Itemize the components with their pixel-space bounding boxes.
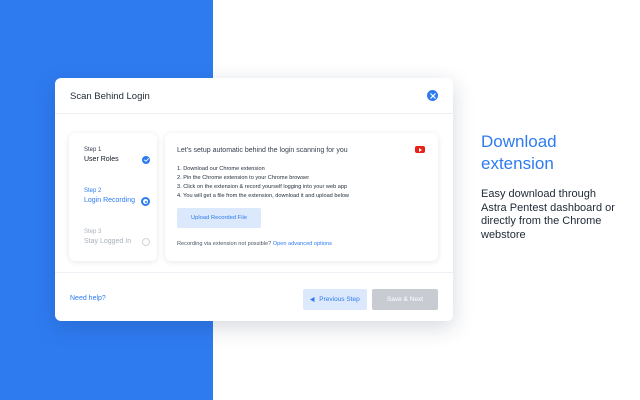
triangle-left-icon [310, 297, 315, 302]
login-recording-panel: Let's setup automatic behind the login s… [165, 133, 438, 261]
modal-header: Scan Behind Login [55, 78, 453, 114]
steps-panel: Step 1 User Roles Step 2 Login Recording… [69, 133, 157, 261]
youtube-icon[interactable] [415, 146, 425, 153]
footer-divider [55, 272, 453, 273]
instruction-item: 2. Pin the Chrome extension to your Chro… [177, 175, 310, 181]
alt-text-label: Recording via extension not possible? [177, 241, 272, 247]
modal-title: Scan Behind Login [70, 91, 150, 102]
pending-step-icon [142, 238, 150, 246]
scan-behind-login-modal: Scan Behind Login Step 1 User Roles Step… [55, 78, 453, 321]
check-icon [142, 156, 150, 164]
step-label: Stay Logged In [84, 238, 132, 245]
previous-step-button[interactable]: Previous Step [303, 289, 367, 310]
instruction-item: 4. You will get a file from the extensio… [177, 193, 349, 199]
need-help-link[interactable]: Need help? [70, 295, 106, 302]
step-number: Step 3 [84, 229, 102, 235]
step-number: Step 2 [84, 188, 102, 194]
side-description: Easy download through Astra Pentest dash… [481, 188, 615, 241]
open-advanced-options-link[interactable]: Open advanced options [273, 241, 332, 247]
active-step-icon [141, 197, 150, 206]
upload-recorded-file-button[interactable]: Upload Recorded File [177, 208, 261, 228]
step-label: User Roles [84, 156, 119, 163]
advanced-options-text: Recording via extension not possible? Op… [177, 241, 332, 247]
instruction-list: 1. Download our Chrome extension 2. Pin … [177, 165, 349, 201]
side-heading: Download extension [481, 132, 557, 173]
step-login-recording[interactable]: Step 2 Login Recording [84, 188, 150, 206]
step-stay-logged-in: Step 3 Stay Logged In [84, 229, 150, 246]
previous-step-label: Previous Step [319, 296, 360, 303]
content-heading: Let's setup automatic behind the login s… [177, 147, 348, 154]
instruction-item: 3. Click on the extension & record yours… [177, 184, 348, 190]
step-number: Step 1 [84, 147, 102, 153]
close-icon[interactable] [427, 90, 438, 101]
save-and-next-button[interactable]: Save & Next [372, 289, 438, 310]
instruction-item: 1. Download our Chrome extension [177, 166, 265, 172]
step-user-roles[interactable]: Step 1 User Roles [84, 147, 150, 164]
